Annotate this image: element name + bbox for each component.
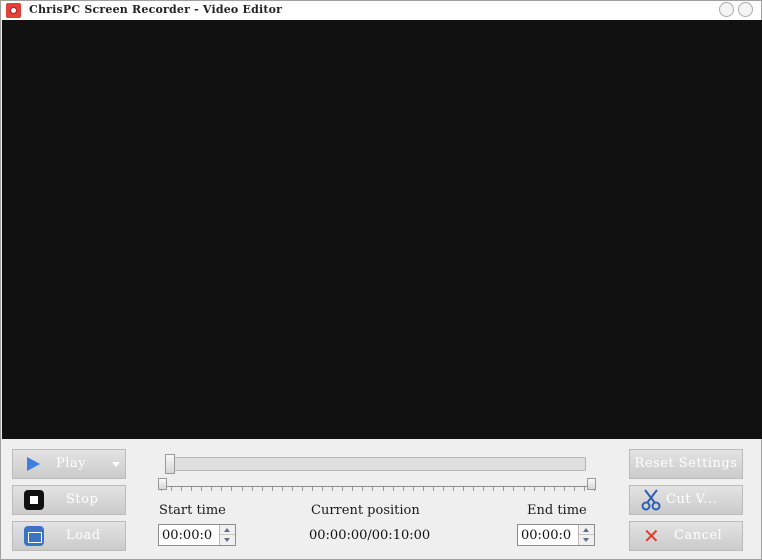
range-tick [282, 487, 283, 491]
video-preview [2, 20, 762, 439]
timeline-slider-track[interactable] [165, 457, 586, 471]
timeline-slider-thumb[interactable] [165, 454, 175, 474]
range-tick [171, 487, 172, 491]
end-time-spinner [578, 525, 594, 545]
trim-range-ticks [161, 487, 595, 491]
range-tick [564, 487, 565, 491]
reset-settings-button[interactable]: Reset Settings [629, 449, 743, 479]
start-time-up-icon[interactable] [220, 525, 235, 535]
cancel-label: Cancel [674, 528, 723, 543]
trim-end-handle[interactable] [587, 478, 596, 490]
video-editor-window: ChrisPC Screen Recorder - Video Editor P… [0, 0, 762, 560]
end-time-up-icon[interactable] [579, 525, 594, 535]
range-tick [534, 487, 535, 491]
range-tick [554, 487, 555, 491]
cut-video-label: Cut V... [666, 492, 718, 507]
range-tick [524, 487, 525, 491]
start-time-value[interactable]: 00:00:0 [162, 528, 220, 543]
range-tick [362, 487, 363, 491]
current-position-value: 00:00:00/00:10:00 [309, 528, 431, 543]
stop-label: Stop [66, 492, 99, 507]
range-tick [574, 487, 575, 491]
range-tick [332, 487, 333, 491]
range-tick [413, 487, 414, 491]
range-tick [372, 487, 373, 491]
range-tick [433, 487, 434, 491]
start-time-label: Start time [159, 503, 226, 518]
play-button[interactable]: Play [12, 449, 126, 479]
range-tick [312, 487, 313, 491]
trim-start-handle[interactable] [158, 478, 167, 490]
play-label: Play [56, 456, 86, 471]
load-label: Load [66, 528, 101, 543]
range-tick [322, 487, 323, 491]
range-tick [302, 487, 303, 491]
minimize-button[interactable] [719, 2, 734, 17]
folder-icon [24, 526, 44, 546]
chevron-down-icon[interactable] [112, 462, 120, 467]
range-tick [403, 487, 404, 491]
range-tick [393, 487, 394, 491]
start-time-spinner [219, 525, 235, 545]
range-tick [181, 487, 182, 491]
range-tick [252, 487, 253, 491]
close-icon: ✕ [643, 524, 661, 548]
range-tick [221, 487, 222, 491]
stop-button[interactable]: Stop [12, 485, 126, 515]
range-tick [463, 487, 464, 491]
end-time-value[interactable]: 00:00:0 [521, 528, 579, 543]
window-title: ChrisPC Screen Recorder - Video Editor [29, 3, 283, 16]
range-tick [211, 487, 212, 491]
play-icon [27, 457, 40, 471]
cancel-button[interactable]: ✕ Cancel [629, 521, 743, 551]
range-tick [342, 487, 343, 491]
range-tick [483, 487, 484, 491]
range-tick [292, 487, 293, 491]
range-tick [493, 487, 494, 491]
close-button[interactable] [738, 2, 753, 17]
load-button[interactable]: Load [12, 521, 126, 551]
range-tick [231, 487, 232, 491]
cut-video-button[interactable]: Cut V... [629, 485, 743, 515]
controls-panel: Play Stop Load Start time Current positi… [1, 439, 761, 559]
range-tick [584, 487, 585, 491]
range-tick [473, 487, 474, 491]
range-tick [544, 487, 545, 491]
app-icon [6, 3, 21, 18]
reset-settings-label: Reset Settings [634, 456, 738, 471]
range-tick [453, 487, 454, 491]
start-time-down-icon[interactable] [220, 535, 235, 545]
range-tick [352, 487, 353, 491]
range-tick [262, 487, 263, 491]
range-tick [443, 487, 444, 491]
start-time-input[interactable]: 00:00:0 [158, 524, 236, 546]
range-tick [513, 487, 514, 491]
stop-icon [24, 490, 44, 510]
range-tick [242, 487, 243, 491]
title-bar: ChrisPC Screen Recorder - Video Editor [1, 1, 761, 20]
end-time-down-icon[interactable] [579, 535, 594, 545]
range-tick [201, 487, 202, 491]
range-tick [383, 487, 384, 491]
current-position-label: Current position [311, 503, 420, 518]
end-time-input[interactable]: 00:00:0 [517, 524, 595, 546]
range-tick [503, 487, 504, 491]
range-tick [423, 487, 424, 491]
end-time-label: End time [527, 503, 587, 518]
range-tick [191, 487, 192, 491]
range-tick [272, 487, 273, 491]
scissors-icon [641, 489, 661, 511]
